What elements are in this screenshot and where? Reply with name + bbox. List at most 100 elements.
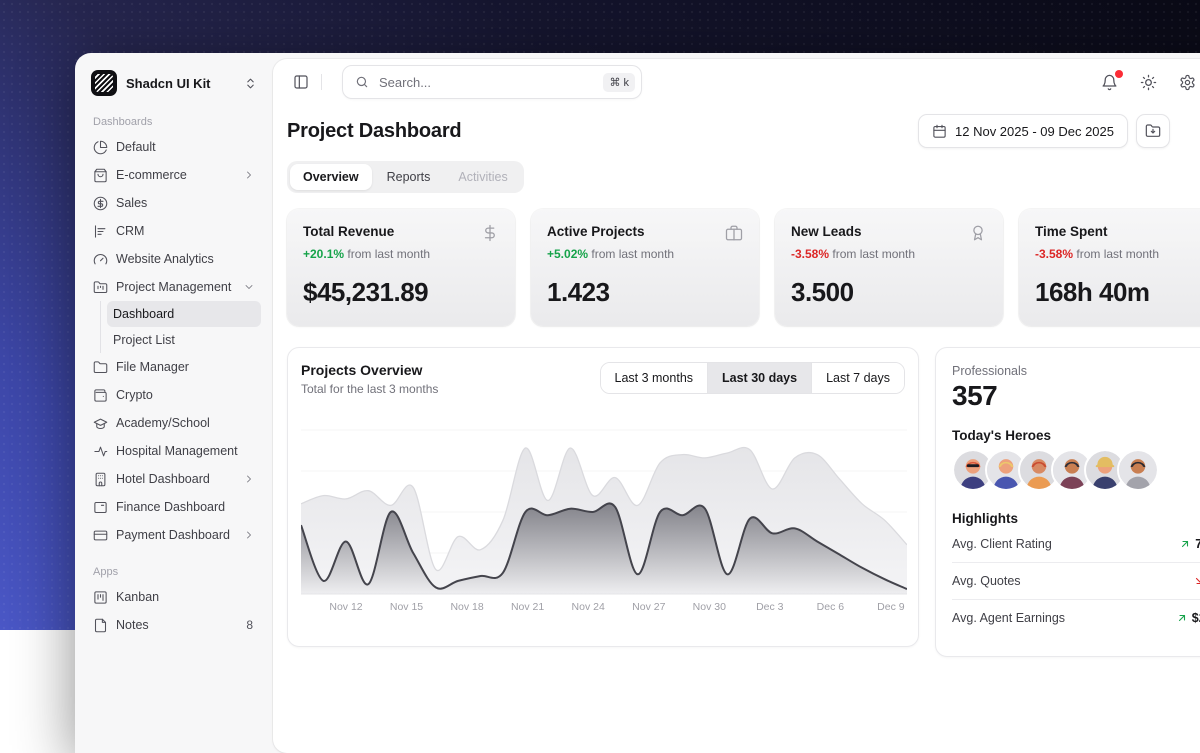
stat-card-new-leads: New Leads -3.58% from last month 3.500 xyxy=(775,209,1003,326)
theme-toggle-button[interactable] xyxy=(1140,74,1157,91)
workspace-switcher[interactable]: Shadcn UI Kit xyxy=(87,67,261,99)
stat-title: Time Spent xyxy=(1035,224,1108,239)
search-box[interactable]: ⌘ k xyxy=(342,65,642,99)
range-last-3-months[interactable]: Last 3 months xyxy=(601,363,708,393)
trend-up-icon xyxy=(1179,538,1191,550)
svg-text:Dec 3: Dec 3 xyxy=(756,601,784,613)
bottom-row: Projects Overview Total for the last 3 m… xyxy=(273,347,1200,657)
sidebar-item-label: Hotel Dashboard xyxy=(116,472,235,486)
range-last-30-days[interactable]: Last 30 days xyxy=(707,363,811,393)
highlights-title: Highlights xyxy=(952,511,1200,526)
activity-icon xyxy=(93,444,108,459)
stat-value: 1.423 xyxy=(547,277,743,308)
date-range-button[interactable]: 12 Nov 2025 - 09 Dec 2025 xyxy=(918,114,1128,148)
stat-delta: +5.02% from last month xyxy=(547,247,743,261)
sidebar: Shadcn UI Kit Dashboards Default E-comme… xyxy=(75,53,273,753)
export-button[interactable] xyxy=(1136,114,1170,148)
sidebar-item-crm[interactable]: CRM xyxy=(87,217,261,245)
sidebar-item-label: Payment Dashboard xyxy=(116,528,235,542)
svg-text:Dec 9: Dec 9 xyxy=(877,601,905,613)
stat-title: Total Revenue xyxy=(303,224,394,239)
sidebar-item-default[interactable]: Default xyxy=(87,133,261,161)
chevron-right-icon xyxy=(243,169,255,181)
professionals-card: Professionals 357 Today's Heroes xyxy=(935,347,1200,657)
sidebar-item-kanban[interactable]: Kanban xyxy=(87,583,261,611)
topbar: ⌘ k xyxy=(273,59,1200,105)
highlights-list: Avg. Client Rating 7.8/10 Avg. Quotes 73… xyxy=(952,526,1200,636)
date-range-label: 12 Nov 2025 - 09 Dec 2025 xyxy=(955,124,1114,139)
page-title: Project Dashboard xyxy=(287,120,461,143)
dollar-sign-icon xyxy=(481,224,499,242)
folder-kanban-icon xyxy=(93,280,108,295)
gear-icon xyxy=(1179,74,1196,91)
stat-delta: -3.58% from last month xyxy=(791,247,987,261)
tab-overview[interactable]: Overview xyxy=(290,164,372,190)
sidebar-section-apps: Apps Kanban Notes 8 xyxy=(87,561,261,639)
heroes-avatar-group xyxy=(952,449,1200,491)
sidebar-item-label: Project Management xyxy=(116,280,235,294)
sidebar-toggle-button[interactable] xyxy=(293,74,309,90)
sidebar-item-notes[interactable]: Notes 8 xyxy=(87,611,261,639)
search-input[interactable] xyxy=(377,74,595,91)
stat-title: New Leads xyxy=(791,224,862,239)
sidebar-item-label: Dashboard xyxy=(113,307,255,321)
hero-avatar-6[interactable] xyxy=(1117,449,1159,491)
sidebar-item-label: E-commerce xyxy=(116,168,235,182)
brand-name: Shadcn UI Kit xyxy=(126,76,235,91)
sun-icon xyxy=(1140,74,1157,91)
hotel-icon xyxy=(93,472,108,487)
topbar-actions xyxy=(1101,74,1196,91)
svg-text:Nov 30: Nov 30 xyxy=(693,601,726,613)
calendar-icon xyxy=(932,124,947,139)
sidebar-item-label: Crypto xyxy=(116,388,255,402)
sidebar-item-label: Sales xyxy=(116,196,255,210)
panel-left-icon xyxy=(293,74,309,90)
sidebar-item-hotel-dashboard[interactable]: Hotel Dashboard xyxy=(87,465,261,493)
search-icon xyxy=(355,75,369,89)
panel-top-icon xyxy=(93,500,108,515)
stat-card-active-projects: Active Projects +5.02% from last month 1… xyxy=(531,209,759,326)
sidebar-item-crypto[interactable]: Crypto xyxy=(87,381,261,409)
sidebar-item-website-analytics[interactable]: Website Analytics xyxy=(87,245,261,273)
sidebar-item-label: Hospital Management xyxy=(116,444,255,458)
sidebar-item-dashboard[interactable]: Dashboard xyxy=(107,301,261,327)
graduation-cap-icon xyxy=(93,416,108,431)
file-icon xyxy=(93,618,108,633)
tab-reports[interactable]: Reports xyxy=(374,164,444,190)
stat-value: 3.500 xyxy=(791,277,987,308)
sidebar-section-dashboards: Dashboards Default E-commerce Sales xyxy=(87,111,261,549)
sidebar-item-label: CRM xyxy=(116,224,255,238)
sidebar-section-label: Dashboards xyxy=(87,111,261,133)
highlight-row-avg-quotes: Avg. Quotes 730 xyxy=(952,563,1200,600)
range-last-7-days[interactable]: Last 7 days xyxy=(811,363,904,393)
sidebar-item-label: Kanban xyxy=(116,590,255,604)
stat-card-time-spent: Time Spent -3.58% from last month 168h 4… xyxy=(1019,209,1200,326)
chart-subtitle: Total for the last 3 months xyxy=(301,382,438,396)
chart-title: Projects Overview xyxy=(301,362,438,378)
circle-dollar-icon xyxy=(93,196,108,211)
sidebar-item-hospital-management[interactable]: Hospital Management xyxy=(87,437,261,465)
trend-down-icon xyxy=(1193,575,1200,587)
tab-activities[interactable]: Activities xyxy=(445,164,520,190)
sidebar-item-e-commerce[interactable]: E-commerce xyxy=(87,161,261,189)
sidebar-item-project-management[interactable]: Project Management xyxy=(87,273,261,301)
sidebar-item-finance-dashboard[interactable]: Finance Dashboard xyxy=(87,493,261,521)
sidebar-item-sales[interactable]: Sales xyxy=(87,189,261,217)
highlight-value: 730 xyxy=(1193,574,1200,588)
highlight-label: Avg. Client Rating xyxy=(952,537,1179,551)
sidebar-item-label: Website Analytics xyxy=(116,252,255,266)
sidebar-item-academy-school[interactable]: Academy/School xyxy=(87,409,261,437)
brand-logo-icon xyxy=(91,70,117,96)
sidebar-submenu: Dashboard Project List xyxy=(100,301,261,353)
svg-text:Dec 6: Dec 6 xyxy=(817,601,845,613)
gauge-icon xyxy=(93,252,108,267)
highlight-value: $2,309 xyxy=(1176,611,1200,625)
wallet-icon xyxy=(93,388,108,403)
sidebar-section-label: Apps xyxy=(87,561,261,583)
sidebar-item-file-manager[interactable]: File Manager xyxy=(87,353,261,381)
award-icon xyxy=(969,224,987,242)
sidebar-item-payment-dashboard[interactable]: Payment Dashboard xyxy=(87,521,261,549)
range-selector: Last 3 monthsLast 30 daysLast 7 days xyxy=(600,362,906,394)
sidebar-item-project-list[interactable]: Project List xyxy=(107,327,261,353)
settings-button[interactable] xyxy=(1179,74,1196,91)
